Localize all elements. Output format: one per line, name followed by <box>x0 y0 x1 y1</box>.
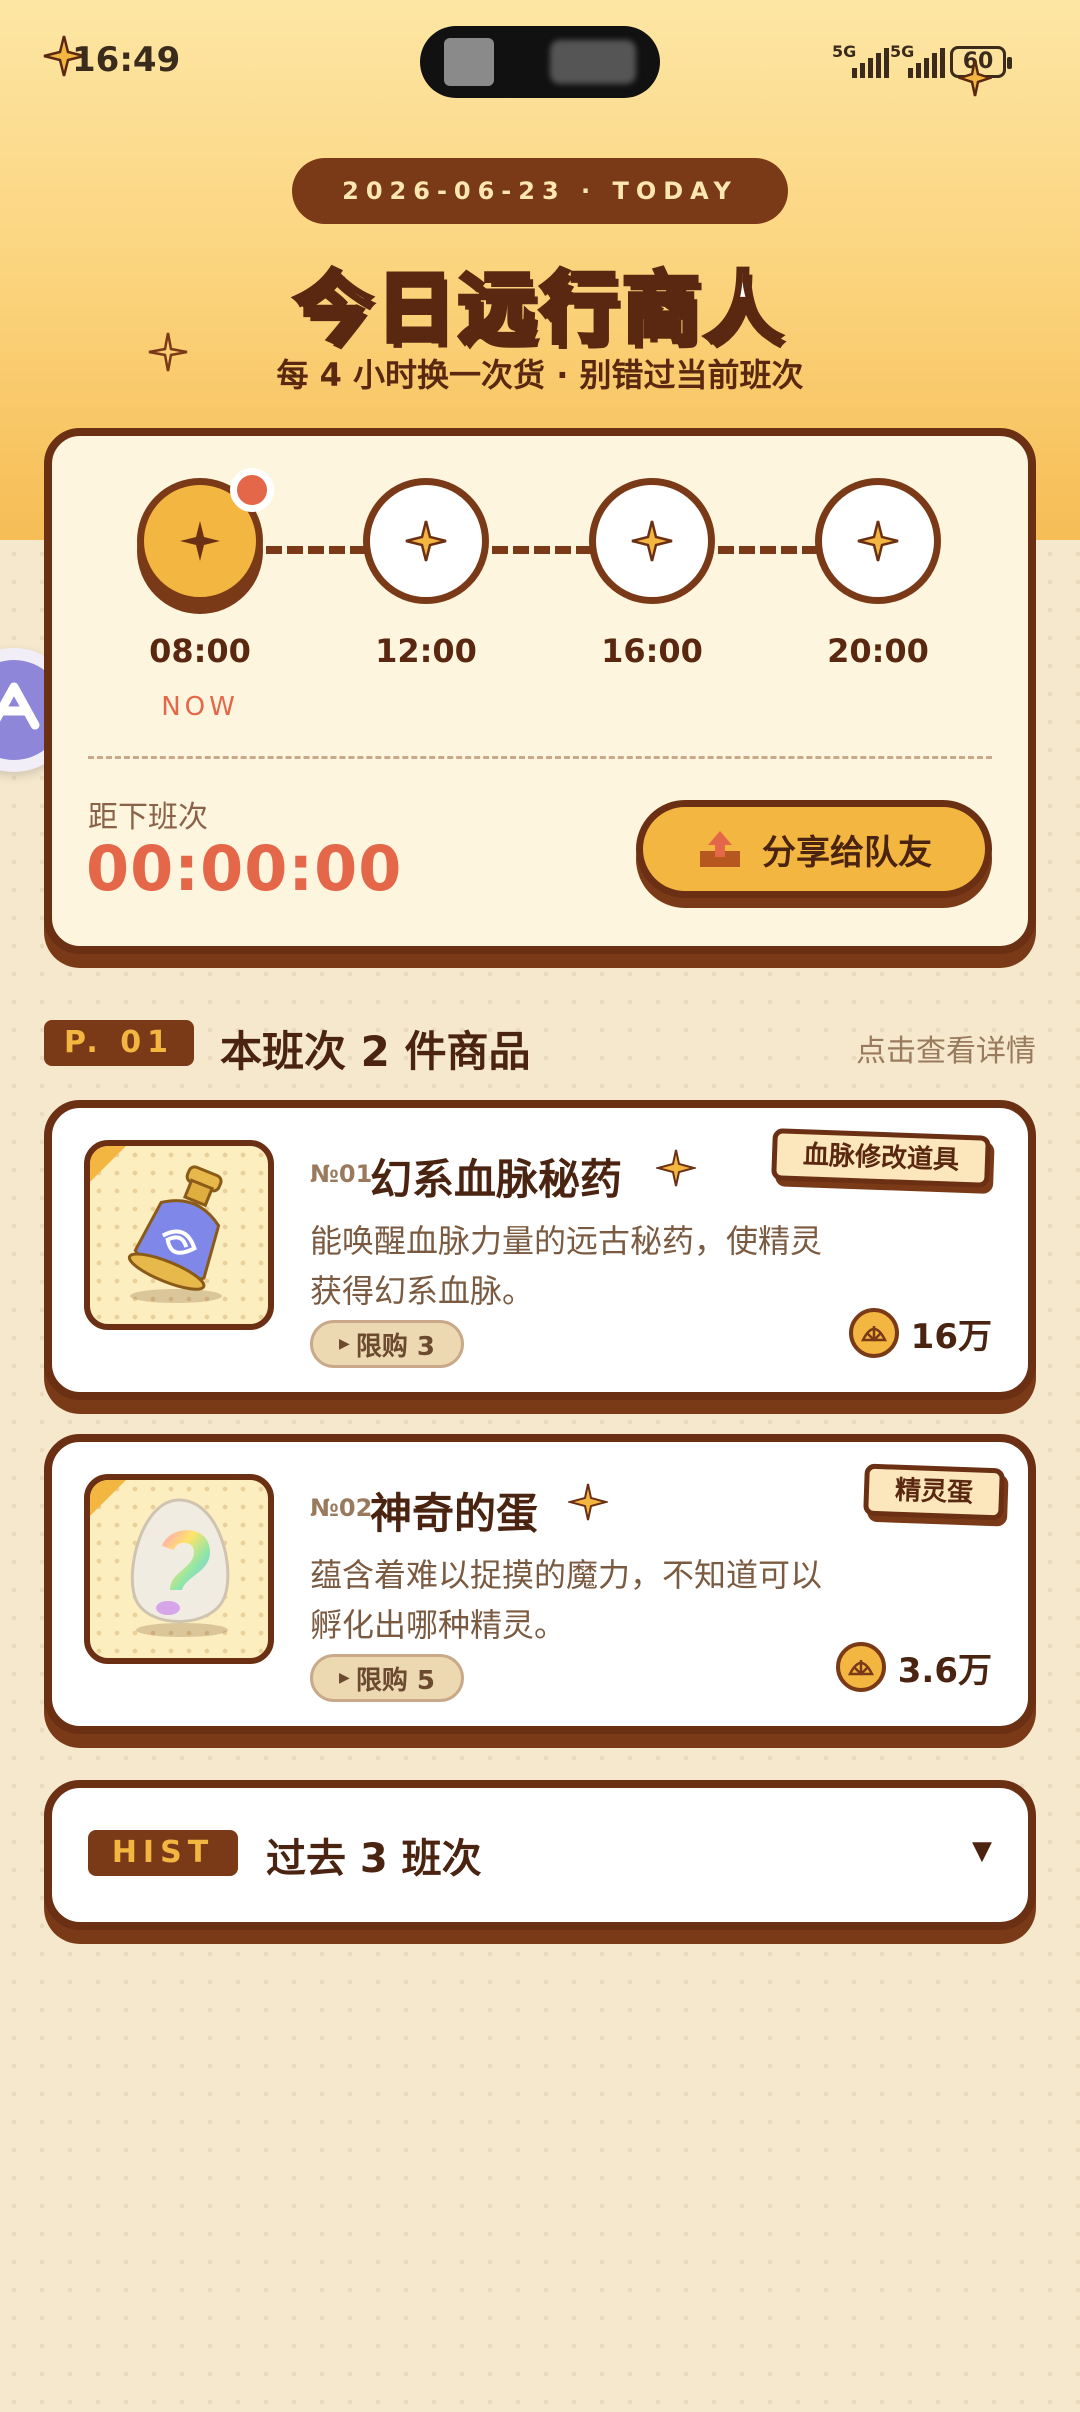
sparkle-icon <box>656 1149 696 1187</box>
current-slot-indicator <box>230 468 274 512</box>
clock: 16:49 <box>72 40 181 80</box>
star-icon <box>857 520 899 562</box>
product-card[interactable]: №02 神奇的蛋 精灵蛋 蕴含着难以捉摸的魔力，不知道可以 孵化出哪种精灵。 ▶… <box>44 1434 1036 1734</box>
product-image <box>84 1140 274 1330</box>
product-price: 16万 <box>848 1308 992 1358</box>
star-icon <box>405 520 447 562</box>
product-description: 能唤醒血脉力量的远古秘药，使精灵 获得幻系血脉。 <box>310 1222 823 1310</box>
star-icon <box>631 520 673 562</box>
page-subtitle: 每 4 小时换一次货 · 别错过当前班次 <box>276 356 804 394</box>
divider <box>88 756 992 759</box>
timeline-connector <box>492 546 592 554</box>
share-button[interactable]: 分享给队友 <box>636 800 992 898</box>
timeslot-1200-button[interactable] <box>363 478 489 604</box>
timeslot-label: 08:00 <box>149 632 251 670</box>
camera-island <box>420 26 660 98</box>
timeslot-label: 16:00 <box>601 632 703 670</box>
sparkle-icon <box>568 1483 608 1521</box>
section-title: 本班次 2 件商品 <box>220 1027 531 1076</box>
coin-icon <box>848 1308 899 1358</box>
sparkle-icon <box>958 59 992 97</box>
timeslot-label: 12:00 <box>375 632 477 670</box>
share-button-label: 分享给队友 <box>762 832 932 873</box>
product-name: 幻系血脉秘药 <box>370 1155 623 1204</box>
now-label: NOW <box>161 692 239 722</box>
product-image <box>84 1474 274 1664</box>
product-name: 神奇的蛋 <box>370 1489 539 1538</box>
product-number: №01 <box>310 1160 373 1188</box>
timeline-connector <box>718 546 818 554</box>
category-tag: 血脉修改道具 <box>771 1128 991 1188</box>
coin-icon <box>835 1642 886 1692</box>
next-shift-label: 距下班次 <box>88 800 208 835</box>
play-icon: ▶ <box>339 1336 350 1352</box>
product-card[interactable]: №01 幻系血脉秘药 血脉修改道具 能唤醒血脉力量的远古秘药，使精灵 获得幻系血… <box>44 1100 1036 1400</box>
timeslot-label: 20:00 <box>827 632 929 670</box>
chevron-down-icon: ▼ <box>972 1836 992 1866</box>
purchase-limit-badge: ▶ 限购 3 <box>310 1320 464 1368</box>
timeslot-1600-button[interactable] <box>589 478 715 604</box>
product-price: 3.6万 <box>835 1642 992 1692</box>
share-tray-icon <box>700 831 740 867</box>
countdown-timer: 00:00:00 <box>86 832 403 905</box>
signal-icon <box>852 46 889 78</box>
view-details-link[interactable]: 点击查看详情 <box>856 1026 1036 1070</box>
star-icon <box>180 521 220 561</box>
timeline-connector <box>266 546 366 554</box>
history-badge: HIST <box>88 1830 238 1876</box>
signal-icon <box>908 46 945 78</box>
history-title: 过去 3 班次 <box>266 1836 482 1882</box>
date-pill: 2026-06-23 · TODAY <box>292 158 788 224</box>
page-badge: P. 01 <box>44 1020 194 1066</box>
timeslot-2000-button[interactable] <box>815 478 941 604</box>
product-description: 蕴含着难以捉摸的魔力，不知道可以 孵化出哪种精灵。 <box>310 1556 823 1644</box>
status-bar: 16:49 5G 5G 60 <box>0 0 1080 130</box>
play-icon: ▶ <box>339 1670 350 1686</box>
product-number: №02 <box>310 1494 373 1522</box>
category-tag: 精灵蛋 <box>863 1463 1005 1521</box>
purchase-limit-badge: ▶ 限购 5 <box>310 1654 464 1702</box>
history-toggle[interactable]: HIST 过去 3 班次 ▼ <box>44 1780 1036 1930</box>
